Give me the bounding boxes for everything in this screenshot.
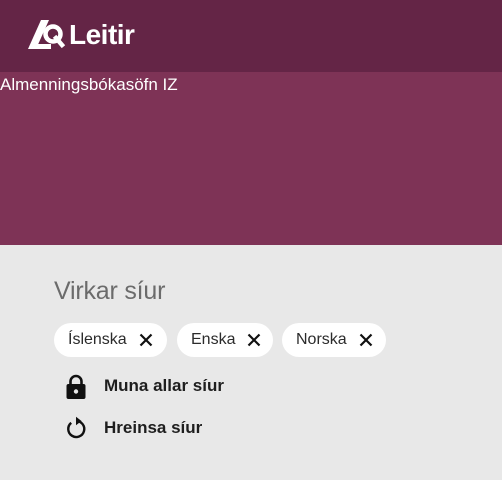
filter-chip-norska[interactable]: Norska <box>282 323 386 357</box>
filter-chip-islenska[interactable]: Íslenska <box>54 323 167 357</box>
lock-icon <box>66 374 86 399</box>
leitir-logo-link[interactable]: Leitir <box>27 18 135 52</box>
remember-filters-button[interactable]: Muna allar síur <box>62 371 224 401</box>
filter-chip-enska[interactable]: Enska <box>177 323 273 357</box>
filter-chip-label: Norska <box>296 331 347 348</box>
reset-filters-button[interactable]: Hreinsa síur <box>62 413 202 443</box>
remember-filters-label: Muna allar síur <box>104 376 224 395</box>
filter-chip-label: Enska <box>191 331 236 348</box>
library-name: Almenningsbókasöfn IZ <box>0 75 178 94</box>
active-filters-panel: Virkar síur Íslenska Enska Norska Muna a… <box>0 245 502 480</box>
top-bar: Leitir <box>0 0 502 72</box>
filter-chip-label: Íslenska <box>68 331 127 348</box>
leitir-logo-icon <box>28 20 66 49</box>
reset-icon <box>67 416 86 439</box>
close-icon[interactable] <box>358 332 374 348</box>
active-filters-heading: Virkar síur <box>54 277 166 305</box>
logo-text: Leitir <box>69 19 135 50</box>
library-banner: Almenningsbókasöfn IZ <box>0 72 502 245</box>
close-icon[interactable] <box>246 332 262 348</box>
close-icon[interactable] <box>138 332 154 348</box>
reset-filters-label: Hreinsa síur <box>104 418 203 437</box>
